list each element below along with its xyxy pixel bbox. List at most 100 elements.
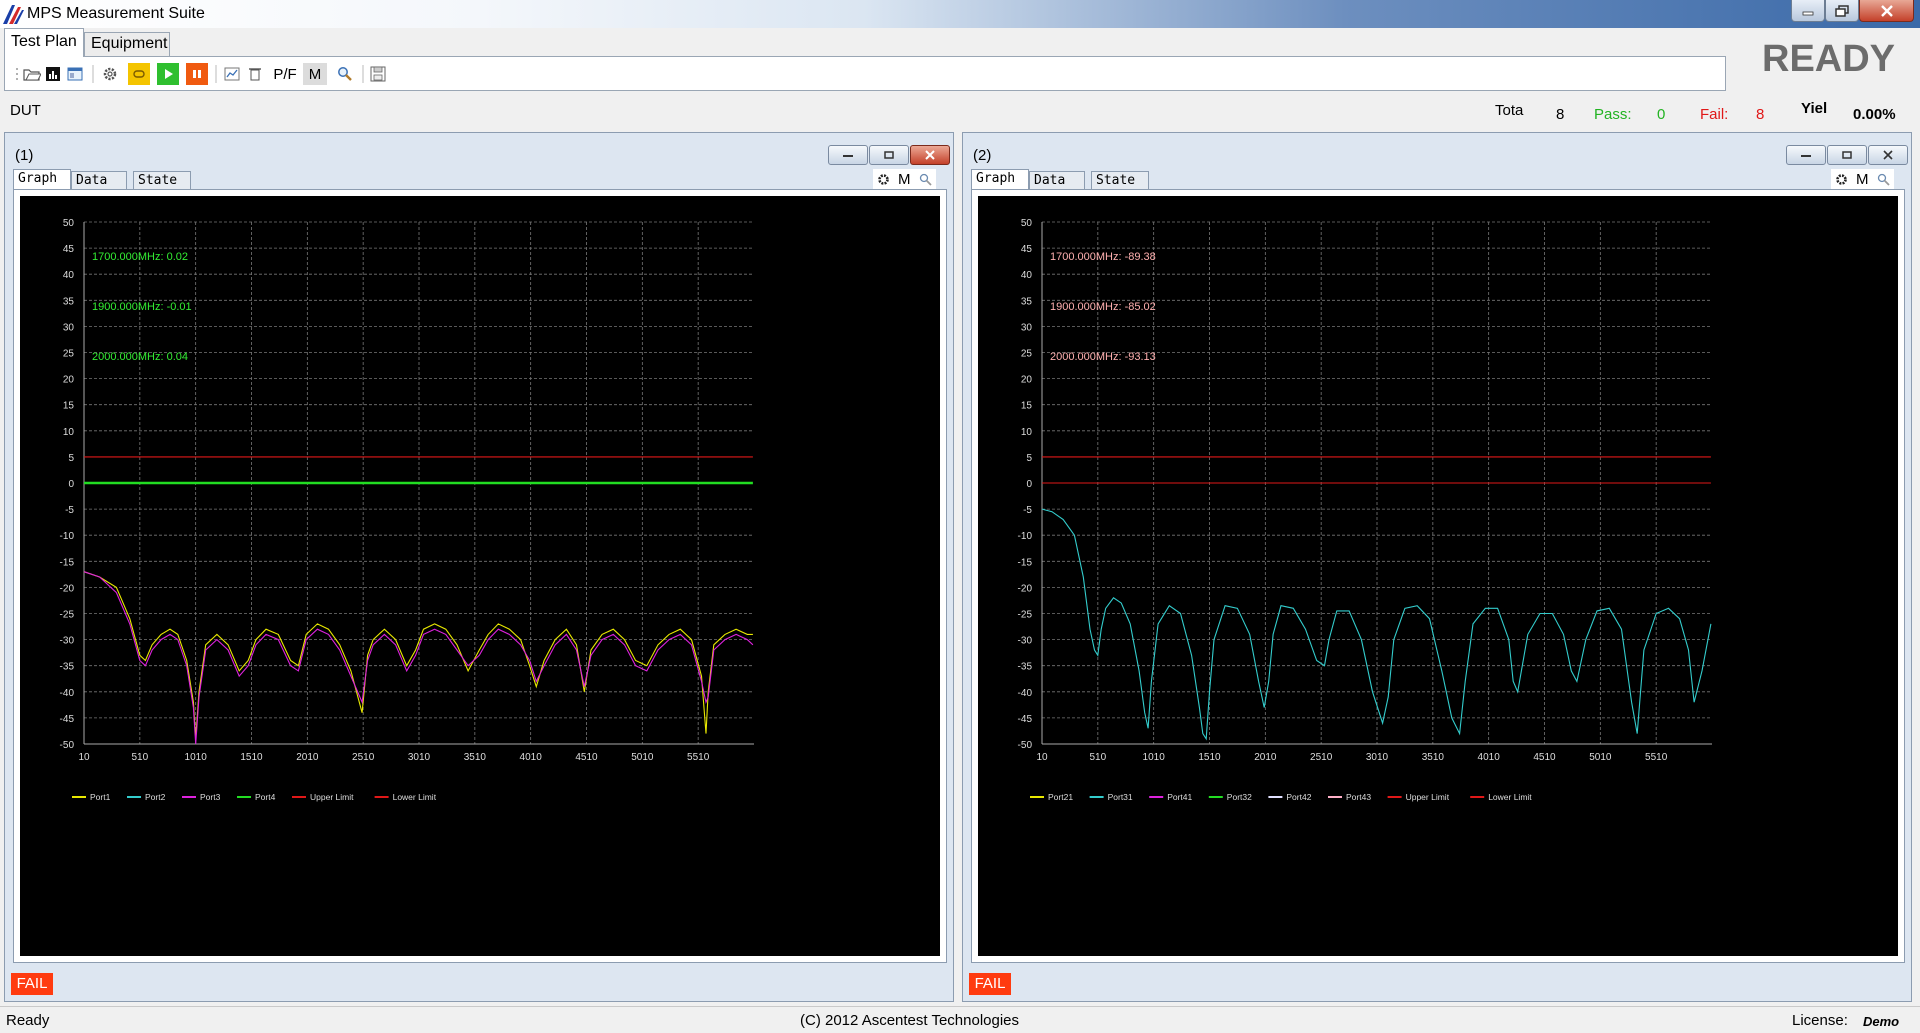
magnifier-icon[interactable] <box>919 173 932 186</box>
y-tick-label: 50 <box>1021 218 1033 229</box>
x-tick-label: 4010 <box>1478 752 1501 763</box>
subtab-graph[interactable]: Graph <box>13 169 71 189</box>
tab-test-plan[interactable]: Test Plan <box>4 28 84 57</box>
graph-tools: M <box>1831 169 1894 189</box>
marker-button[interactable]: M <box>303 63 327 85</box>
window-layout-icon <box>67 67 83 81</box>
panel-restore-button[interactable] <box>1827 145 1867 165</box>
subtab-data[interactable]: Data <box>71 171 127 189</box>
subtab-graph[interactable]: Graph <box>971 169 1029 189</box>
pass-value: 0 <box>1657 106 1666 123</box>
y-tick-label: -5 <box>1023 505 1032 516</box>
yield-label: Yiel <box>1801 100 1828 117</box>
status-text: Ready <box>6 1012 50 1029</box>
legend-label: Upper Limit <box>1406 792 1450 802</box>
x-tick-label: 1010 <box>185 752 208 763</box>
x-tick-label: 10 <box>1036 752 1048 763</box>
maximize-button[interactable] <box>1825 0 1859 22</box>
y-tick-label: 5 <box>1026 453 1032 464</box>
loop-button[interactable] <box>128 63 150 85</box>
pass-fail-button[interactable]: P/F <box>270 63 300 85</box>
subtab-data[interactable]: Data <box>1029 171 1085 189</box>
gear-icon[interactable] <box>1835 173 1848 186</box>
panel-close-button[interactable] <box>910 145 950 165</box>
marker-readout: 1700.000MHz: 0.02 <box>92 251 188 263</box>
run-button[interactable] <box>157 63 179 85</box>
play-icon <box>165 69 173 79</box>
panel-minimize-button[interactable] <box>828 145 868 165</box>
pause-button[interactable] <box>186 63 208 85</box>
toolbar-grip <box>14 63 20 85</box>
line-chart-icon <box>224 67 240 81</box>
clear-button[interactable] <box>246 63 264 85</box>
chart-button[interactable] <box>222 63 242 85</box>
legend-label: Port42 <box>1286 792 1311 802</box>
gear-icon[interactable] <box>877 173 890 186</box>
magnifier-icon <box>338 67 352 81</box>
zoom-button[interactable] <box>335 63 355 85</box>
x-tick-label: 10 <box>78 752 90 763</box>
series-line-port1 <box>83 571 753 739</box>
y-tick-label: 15 <box>1021 401 1033 412</box>
y-tick-label: -10 <box>60 531 75 542</box>
close-button[interactable] <box>1859 0 1914 22</box>
legend-label: Port43 <box>1346 792 1371 802</box>
x-tick-label: 4510 <box>1533 752 1556 763</box>
y-tick-label: -40 <box>60 688 75 699</box>
pass-label: Pass: <box>1594 106 1632 123</box>
marker-toggle[interactable]: M <box>898 171 911 188</box>
minimize-button[interactable] <box>1791 0 1825 22</box>
legend-label: Upper Limit <box>310 792 354 802</box>
x-tick-label: 5010 <box>631 752 654 763</box>
legend-label: Port32 <box>1227 792 1252 802</box>
marker-toggle[interactable]: M <box>1856 171 1869 188</box>
tab-equipment[interactable]: Equipment <box>84 32 170 56</box>
legend-label: Port3 <box>200 792 221 802</box>
subtab-state[interactable]: State <box>1091 171 1149 189</box>
save-button[interactable] <box>368 63 388 85</box>
settings-button[interactable] <box>100 63 120 85</box>
folder-open-icon <box>23 69 41 81</box>
panel-restore-button[interactable] <box>869 145 909 165</box>
y-tick-label: -35 <box>60 662 75 673</box>
legend-label: Port41 <box>1167 792 1192 802</box>
x-tick-label: 4010 <box>520 752 543 763</box>
y-tick-label: -25 <box>60 610 75 621</box>
y-tick-label: -5 <box>65 505 74 516</box>
x-tick-label: 5510 <box>1645 752 1668 763</box>
license-label: License: <box>1792 1012 1848 1029</box>
x-tick-label: 2010 <box>1254 752 1277 763</box>
x-tick-label: 2510 <box>1310 752 1333 763</box>
y-tick-label: 15 <box>63 401 75 412</box>
gear-icon <box>103 67 117 81</box>
y-tick-label: -20 <box>1018 583 1033 594</box>
x-tick-label: 510 <box>1089 752 1106 763</box>
panel-minimize-button[interactable] <box>1786 145 1826 165</box>
marker-readout: 1900.000MHz: -85.02 <box>1050 301 1156 313</box>
legend-label: Port31 <box>1108 792 1133 802</box>
marker-readout: 2000.000MHz: -93.13 <box>1050 351 1156 363</box>
toolbar-separator <box>361 63 365 85</box>
total-value: 8 <box>1556 106 1565 123</box>
open-button[interactable] <box>22 63 42 85</box>
x-tick-label: 3010 <box>408 752 431 763</box>
magnifier-icon[interactable] <box>1877 173 1890 186</box>
panel-title: (2) <box>973 147 992 164</box>
trash-icon <box>249 68 261 81</box>
subtab-state[interactable]: State <box>133 171 191 189</box>
s-parameter-chart[interactable]: 50454035302520151050-5-10-15-20-25-30-35… <box>20 196 940 956</box>
layout-button[interactable] <box>66 63 84 85</box>
panel-close-button[interactable] <box>1868 145 1908 165</box>
y-tick-label: -35 <box>1018 662 1033 673</box>
report-button[interactable] <box>44 63 62 85</box>
restore-icon <box>884 151 894 159</box>
s-parameter-chart[interactable]: 50454035302520151050-5-10-15-20-25-30-35… <box>978 196 1898 956</box>
y-tick-label: 0 <box>68 479 74 490</box>
restore-icon <box>1835 4 1849 17</box>
result-badge: FAIL <box>969 973 1011 995</box>
close-icon <box>1880 4 1893 17</box>
graph-tools: M <box>873 169 936 189</box>
x-tick-label: 2510 <box>352 752 375 763</box>
x-tick-label: 1510 <box>1198 752 1221 763</box>
y-tick-label: 40 <box>1021 270 1033 281</box>
